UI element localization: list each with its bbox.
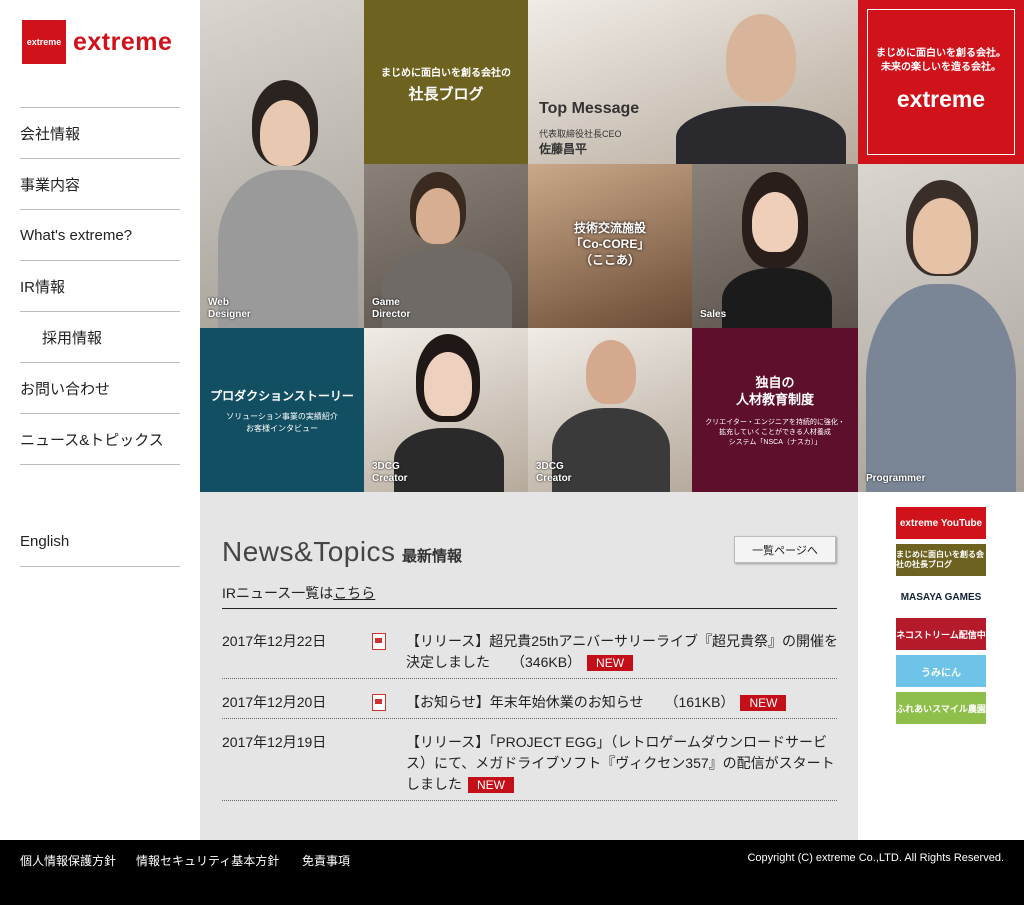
news-item[interactable]: 2017年12月19日 【リリース】「PROJECT EGG」（レトロゲームダウ… — [222, 732, 837, 801]
tile-label: 3DCG Creator — [536, 461, 572, 484]
nav-company[interactable]: 会社情報 — [20, 108, 180, 159]
tile-label: Web Designer — [208, 297, 251, 320]
news-section: News&Topics 最新情報 一覧ページへ IRニュース一覧はこちら 201… — [200, 492, 858, 840]
blog-subtitle: まじめに面白いを創る会社の — [381, 68, 511, 79]
nav-recruit[interactable]: 採用情報 — [20, 312, 180, 363]
tile-3dcg-creator-2[interactable]: 3DCG Creator — [528, 328, 692, 492]
footer: 個人情報保護方針 情報セキュリティ基本方針 免責事項 Copyright (C)… — [0, 840, 1024, 905]
ir-news-link[interactable]: こちら — [333, 585, 375, 601]
tile-co-core[interactable]: 技術交流施設 「Co-CORE」 （ここあ） — [528, 164, 692, 328]
news-date: 2017年12月19日 — [222, 734, 327, 750]
copyright: Copyright (C) extreme Co.,LTD. All Right… — [747, 852, 1004, 864]
news-subtitle: 最新情報 — [402, 548, 463, 565]
blog-title: 社長ブログ — [408, 86, 484, 103]
ir-news-line: IRニュース一覧はこちら — [222, 583, 375, 603]
nav-news[interactable]: ニュース&トピックス — [20, 414, 180, 465]
brand-tagline: まじめに面白いを創る会社。 未来の楽しいを造る会社。 — [876, 48, 1006, 73]
new-badge: NEW — [740, 695, 787, 712]
production-title: プロダクションストーリー — [210, 389, 354, 403]
education-title: 独自の 人材教育制度 — [735, 375, 814, 407]
news-item[interactable]: 2017年12月20日 【お知らせ】年末年始休業のお知らせ （161KB） NEW — [222, 692, 837, 719]
footer-disclaimer-link[interactable]: 免責事項 — [302, 852, 350, 869]
news-date: 2017年12月20日 — [222, 694, 327, 710]
tile-label: Sales — [700, 309, 727, 320]
site-logo[interactable]: extreme extreme — [22, 20, 172, 64]
banner-column: extreme YouTube まじめに面白いを創る会社の社長ブログ MASAY… — [858, 492, 1024, 840]
tile-label: Game Director — [372, 297, 411, 320]
news-list-button[interactable]: 一覧ページへ — [734, 536, 836, 563]
tile-brand[interactable]: まじめに面白いを創る会社。 未来の楽しいを造る会社。 extreme — [858, 0, 1024, 164]
tile-sales[interactable]: Sales — [692, 164, 858, 328]
news-divider — [222, 608, 837, 609]
nav-whats-extreme[interactable]: What's extreme? — [20, 210, 180, 261]
footer-security-link[interactable]: 情報セキュリティ基本方針 — [136, 852, 279, 869]
news-date: 2017年12月22日 — [222, 633, 327, 649]
banner-smile-farm[interactable]: ふれあいスマイル農園 — [896, 692, 986, 724]
tile-top-message[interactable]: Top Message 代表取締役社長CEO 佐藤昌平 — [528, 0, 858, 164]
banner-masaya[interactable]: MASAYA GAMES — [896, 581, 986, 613]
news-text[interactable]: 【お知らせ】年末年始休業のお知らせ （161KB） — [406, 694, 734, 710]
news-title: News&Topics — [222, 536, 396, 567]
ir-news-prefix: IRニュース一覧は — [222, 585, 334, 601]
pdf-icon — [372, 633, 386, 650]
tile-production-story[interactable]: プロダクションストーリー ソリューション事業の実績紹介 お客様インタビュー — [200, 328, 364, 492]
banner-nekostream[interactable]: ネコストリーム配信中 — [896, 618, 986, 650]
tile-label: 3DCG Creator — [372, 461, 408, 484]
sidebar: extreme extreme 会社情報 事業内容 What's extreme… — [0, 0, 200, 840]
logo-mark: extreme — [22, 20, 66, 64]
tile-3dcg-creator-1[interactable]: 3DCG Creator — [364, 328, 528, 492]
banner-ceo-blog[interactable]: まじめに面白いを創る会社の社長ブログ — [896, 544, 986, 576]
tile-programmer[interactable]: Programmer — [858, 164, 1024, 492]
logo-wordmark: extreme — [73, 27, 173, 56]
english-link[interactable]: English — [20, 516, 180, 567]
tile-game-director[interactable]: Game Director — [364, 164, 528, 328]
pdf-icon — [372, 694, 386, 711]
ceo-name: 佐藤昌平 — [539, 142, 588, 156]
top-message-title: Top Message — [539, 100, 640, 117]
education-subtitle: クリエイター・エンジニアを持続的に強化・ 拡充していくことができる人材養成 シス… — [705, 419, 845, 446]
nav-contact[interactable]: お問い合わせ — [20, 363, 180, 414]
brand-name: extreme — [896, 86, 986, 112]
co-core-title: 技術交流施設 「Co-CORE」 （ここあ） — [570, 221, 650, 267]
nav-business[interactable]: 事業内容 — [20, 159, 180, 210]
new-badge: NEW — [468, 777, 514, 794]
ceo-role: 代表取締役社長CEO — [539, 129, 622, 139]
banner-youtube[interactable]: extreme YouTube — [896, 507, 986, 539]
tile-label: Programmer — [866, 473, 926, 484]
nav-ir[interactable]: IR情報 — [20, 261, 180, 312]
footer-privacy-link[interactable]: 個人情報保護方針 — [20, 852, 116, 869]
production-subtitle: ソリューション事業の実績紹介 お客様インタビュー — [226, 412, 338, 433]
banner-uminin[interactable]: うみにん — [896, 655, 986, 687]
main-nav: 会社情報 事業内容 What's extreme? IR情報 採用情報 お問い合… — [20, 107, 180, 465]
tile-web-designer[interactable]: Web Designer — [200, 0, 364, 328]
news-item[interactable]: 2017年12月22日 【リリース】超兄貴25thアニバーサリーライブ『超兄貴祭… — [222, 631, 838, 679]
tile-ceo-blog[interactable]: まじめに面白いを創る会社の 社長ブログ — [364, 0, 528, 164]
tile-education[interactable]: 独自の 人材教育制度 クリエイター・エンジニアを持続的に強化・ 拡充していくこと… — [692, 328, 858, 492]
new-badge: NEW — [587, 655, 634, 672]
